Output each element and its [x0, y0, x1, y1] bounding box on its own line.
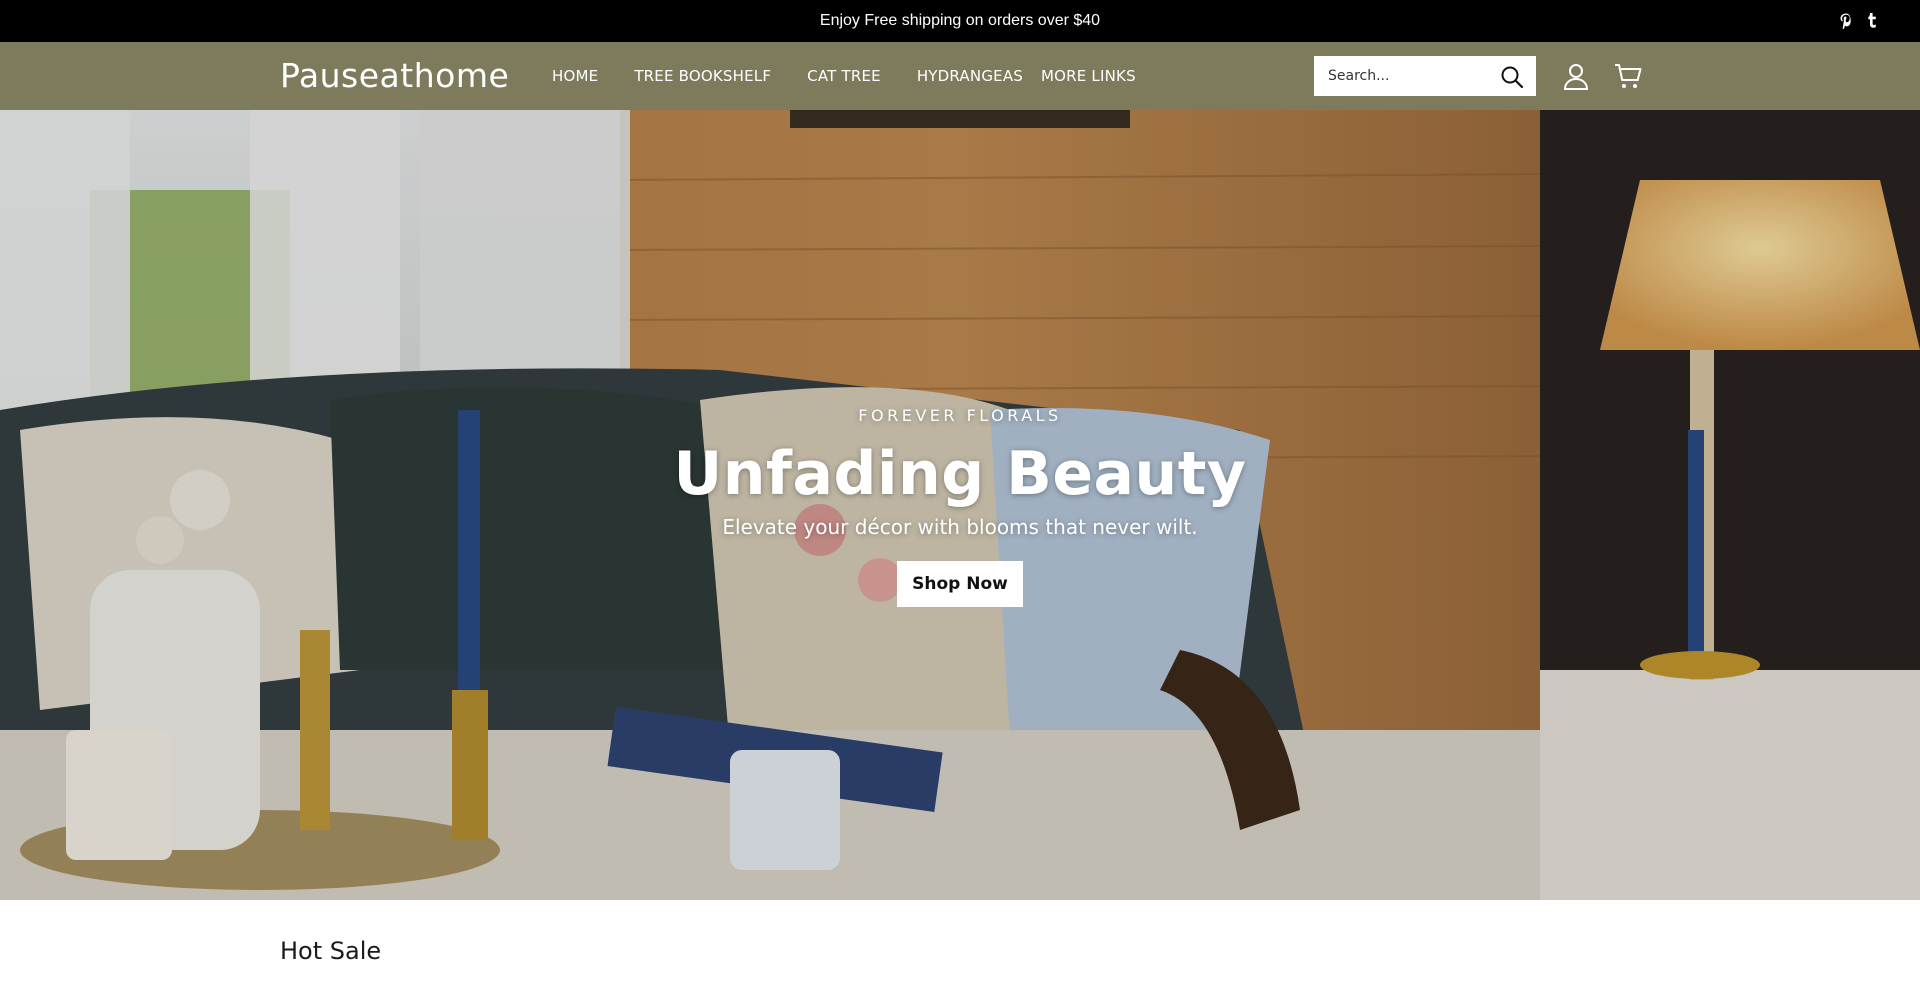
hero-content: FOREVER FLORALS Unfading Beauty Elevate …: [0, 406, 1920, 607]
hero-title: Unfading Beauty: [673, 439, 1247, 509]
announcement-text: Enjoy Free shipping on orders over $40: [819, 12, 1101, 29]
search-box: [1314, 56, 1536, 96]
hero-banner: FOREVER FLORALS Unfading Beauty Elevate …: [0, 110, 1920, 900]
shop-now-button[interactable]: Shop Now: [897, 561, 1023, 607]
pinterest-icon[interactable]: [1838, 13, 1854, 29]
hero-eyebrow: FOREVER FLORALS: [858, 406, 1062, 425]
user-icon[interactable]: [1562, 62, 1590, 90]
site-header: Pauseathome HOME TREE BOOKSHELF CAT TREE…: [0, 42, 1920, 110]
social-links: [1838, 0, 1880, 42]
site-logo[interactable]: Pauseathome: [280, 42, 509, 110]
nav-hydrangeas[interactable]: HYDRANGEAS: [917, 67, 1023, 85]
tumblr-icon[interactable]: [1864, 13, 1880, 29]
nav-tree-bookshelf[interactable]: TREE BOOKSHELF: [634, 67, 771, 85]
search-icon[interactable]: [1500, 65, 1524, 89]
search-input[interactable]: [1314, 56, 1484, 96]
hot-sale-heading: Hot Sale: [280, 937, 382, 965]
announcement-bar: Enjoy Free shipping on orders over $40: [0, 0, 1920, 42]
nav-home[interactable]: HOME: [552, 67, 598, 85]
nav-more-links[interactable]: MORE LINKS: [1041, 67, 1136, 85]
nav-cat-tree[interactable]: CAT TREE: [807, 67, 881, 85]
main-nav: HOME TREE BOOKSHELF CAT TREE HYDRANGEAS …: [552, 42, 1136, 110]
cart-icon[interactable]: [1614, 62, 1642, 90]
hero-subtitle: Elevate your décor with blooms that neve…: [722, 515, 1198, 539]
